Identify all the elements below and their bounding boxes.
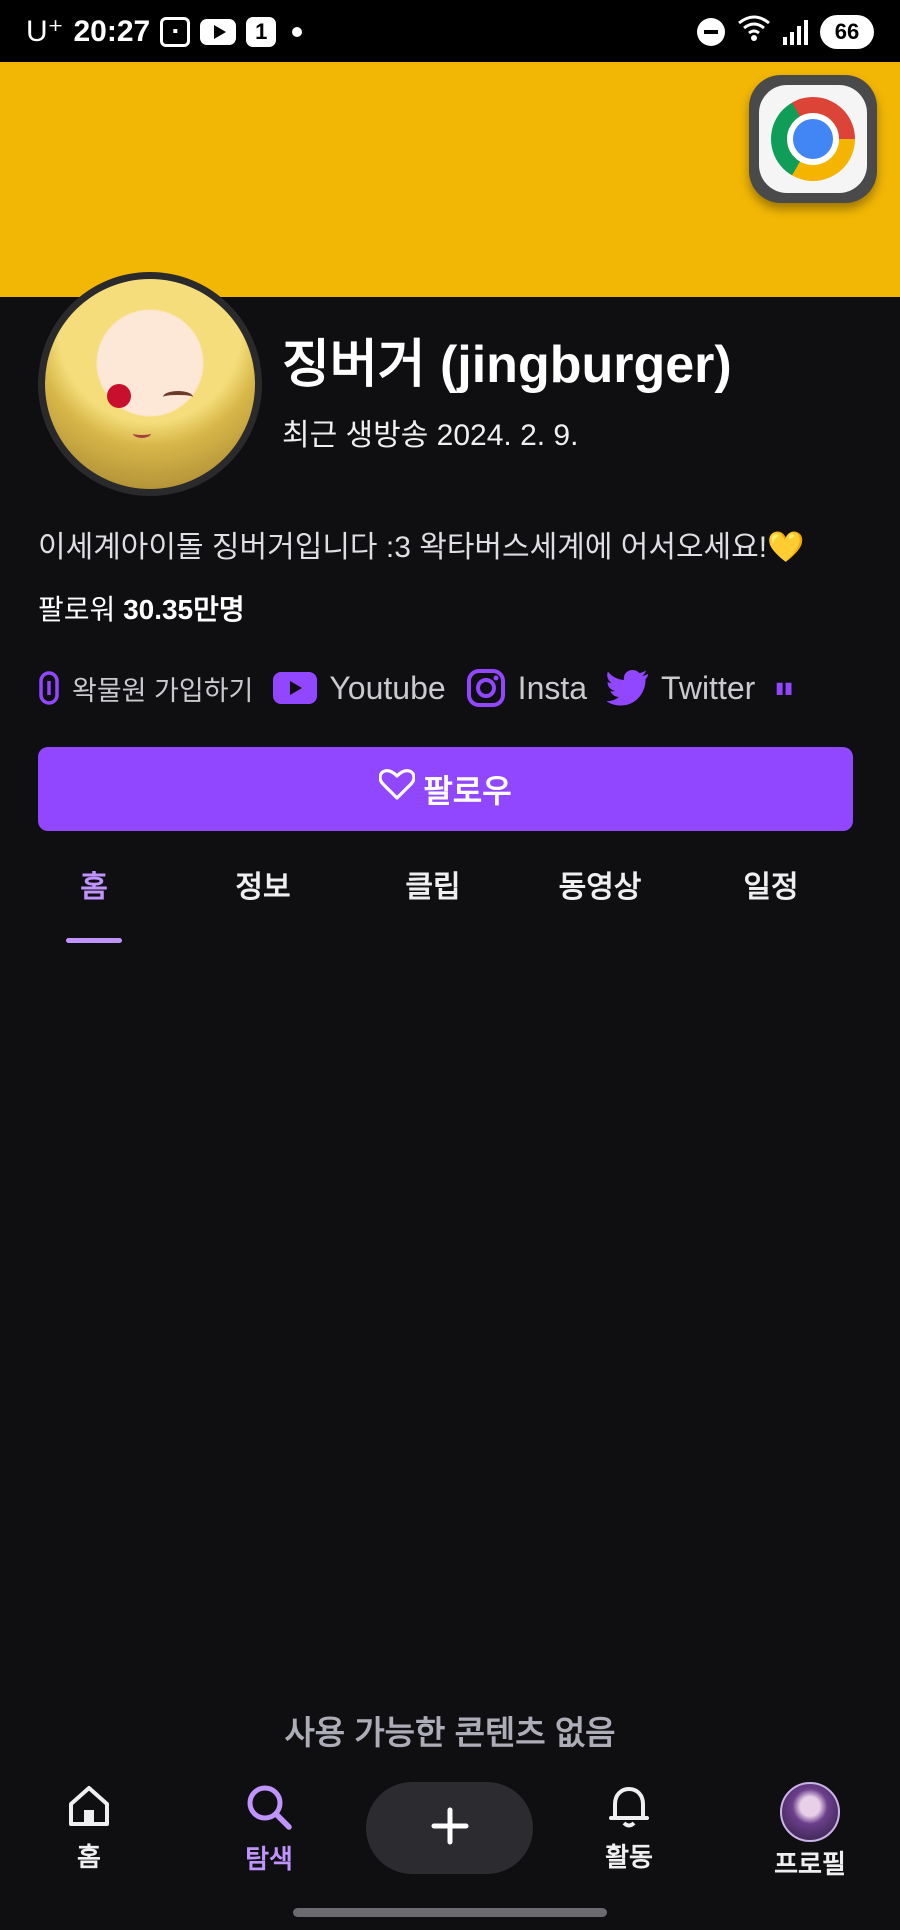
tab-videos[interactable]: 동영상 <box>515 862 685 906</box>
bottom-navigation: 홈 탐색 활동 프로필 <box>0 1762 900 1930</box>
create-button[interactable] <box>366 1782 533 1874</box>
youtube-icon <box>273 672 318 704</box>
status-bar: U⁺ 20:27 ▪ 1 66 <box>0 0 900 62</box>
chrome-bubble[interactable] <box>749 75 877 203</box>
tab-home[interactable]: 홈 <box>9 862 179 906</box>
link-label: Insta <box>517 669 588 706</box>
youtube-notification-icon <box>200 18 237 45</box>
empty-content-message: 사용 가능한 콘텐츠 없음 <box>284 1714 616 1751</box>
home-indicator[interactable] <box>293 1908 607 1917</box>
channel-bio: 이세계아이돌 징버거입니다 :3 왁타버스세계에 어서오세요!💛 <box>38 531 805 564</box>
followers-value: 30.35만명 <box>123 594 245 625</box>
link-youtube[interactable]: Youtube <box>273 669 446 707</box>
nav-profile[interactable]: 프로필 <box>755 1782 865 1881</box>
nav-activity-label: 활동 <box>605 1842 653 1872</box>
tab-schedule[interactable]: 일정 <box>686 862 856 906</box>
carrier-label: U⁺ <box>26 15 64 48</box>
more-notifications-dot <box>292 26 303 37</box>
signal-icon <box>783 19 808 45</box>
last-live-date: 최근 생방송 2024. 2. 9. <box>282 419 579 452</box>
chrome-icon <box>771 97 855 181</box>
clock: 20:27 <box>73 14 151 48</box>
link-label: 왁물원 가입하기 <box>72 675 254 706</box>
link-icon <box>38 670 60 706</box>
tab-clips[interactable]: 클립 <box>348 862 518 906</box>
link-twitter[interactable]: Twitter <box>607 670 755 707</box>
nav-home-label: 홈 <box>77 1842 101 1872</box>
twitter-icon <box>607 670 649 706</box>
instagram-icon <box>466 668 506 708</box>
nav-search-label: 탐색 <box>245 1844 293 1874</box>
avatar-image <box>45 279 255 489</box>
channel-name: 징버거 (jingburger) <box>282 336 732 394</box>
nav-search[interactable]: 탐색 <box>214 1782 324 1876</box>
bell-icon <box>605 1787 653 1834</box>
more-links-indicator[interactable]: ▮▮ <box>775 678 793 698</box>
active-tab-indicator <box>66 938 122 943</box>
link-label: Twitter <box>661 669 756 706</box>
tab-info[interactable]: 정보 <box>178 862 348 906</box>
heart-icon <box>378 769 416 809</box>
nav-profile-label: 프로필 <box>774 1849 846 1879</box>
nav-home[interactable]: 홈 <box>34 1782 144 1874</box>
notification-badge: 1 <box>246 16 277 47</box>
wifi-icon <box>737 14 771 49</box>
nav-activity[interactable]: 활동 <box>574 1782 684 1874</box>
battery-indicator: 66 <box>820 14 874 49</box>
do-not-disturb-icon <box>697 17 725 46</box>
link-cafe[interactable]: 왁물원 가입하기 <box>38 669 253 708</box>
follower-count: 팔로워 30.35만명 <box>38 588 245 628</box>
channel-avatar[interactable] <box>38 272 262 496</box>
followers-label: 팔로워 <box>38 594 116 625</box>
link-label: Youtube <box>329 669 446 706</box>
follow-label: 팔로우 <box>423 773 512 809</box>
link-instagram[interactable]: Insta <box>466 668 587 708</box>
home-icon <box>65 1786 113 1834</box>
follow-button[interactable]: 팔로우 <box>38 747 853 831</box>
screenshot-icon: ▪ <box>160 16 191 47</box>
avatar <box>780 1782 840 1842</box>
plus-icon <box>430 1806 470 1851</box>
channel-tabs: 홈 정보 클립 동영상 일정 <box>0 862 900 946</box>
social-links: 왁물원 가입하기 Youtube Insta Twitter ▮▮ <box>38 660 868 716</box>
search-icon <box>244 1785 294 1836</box>
